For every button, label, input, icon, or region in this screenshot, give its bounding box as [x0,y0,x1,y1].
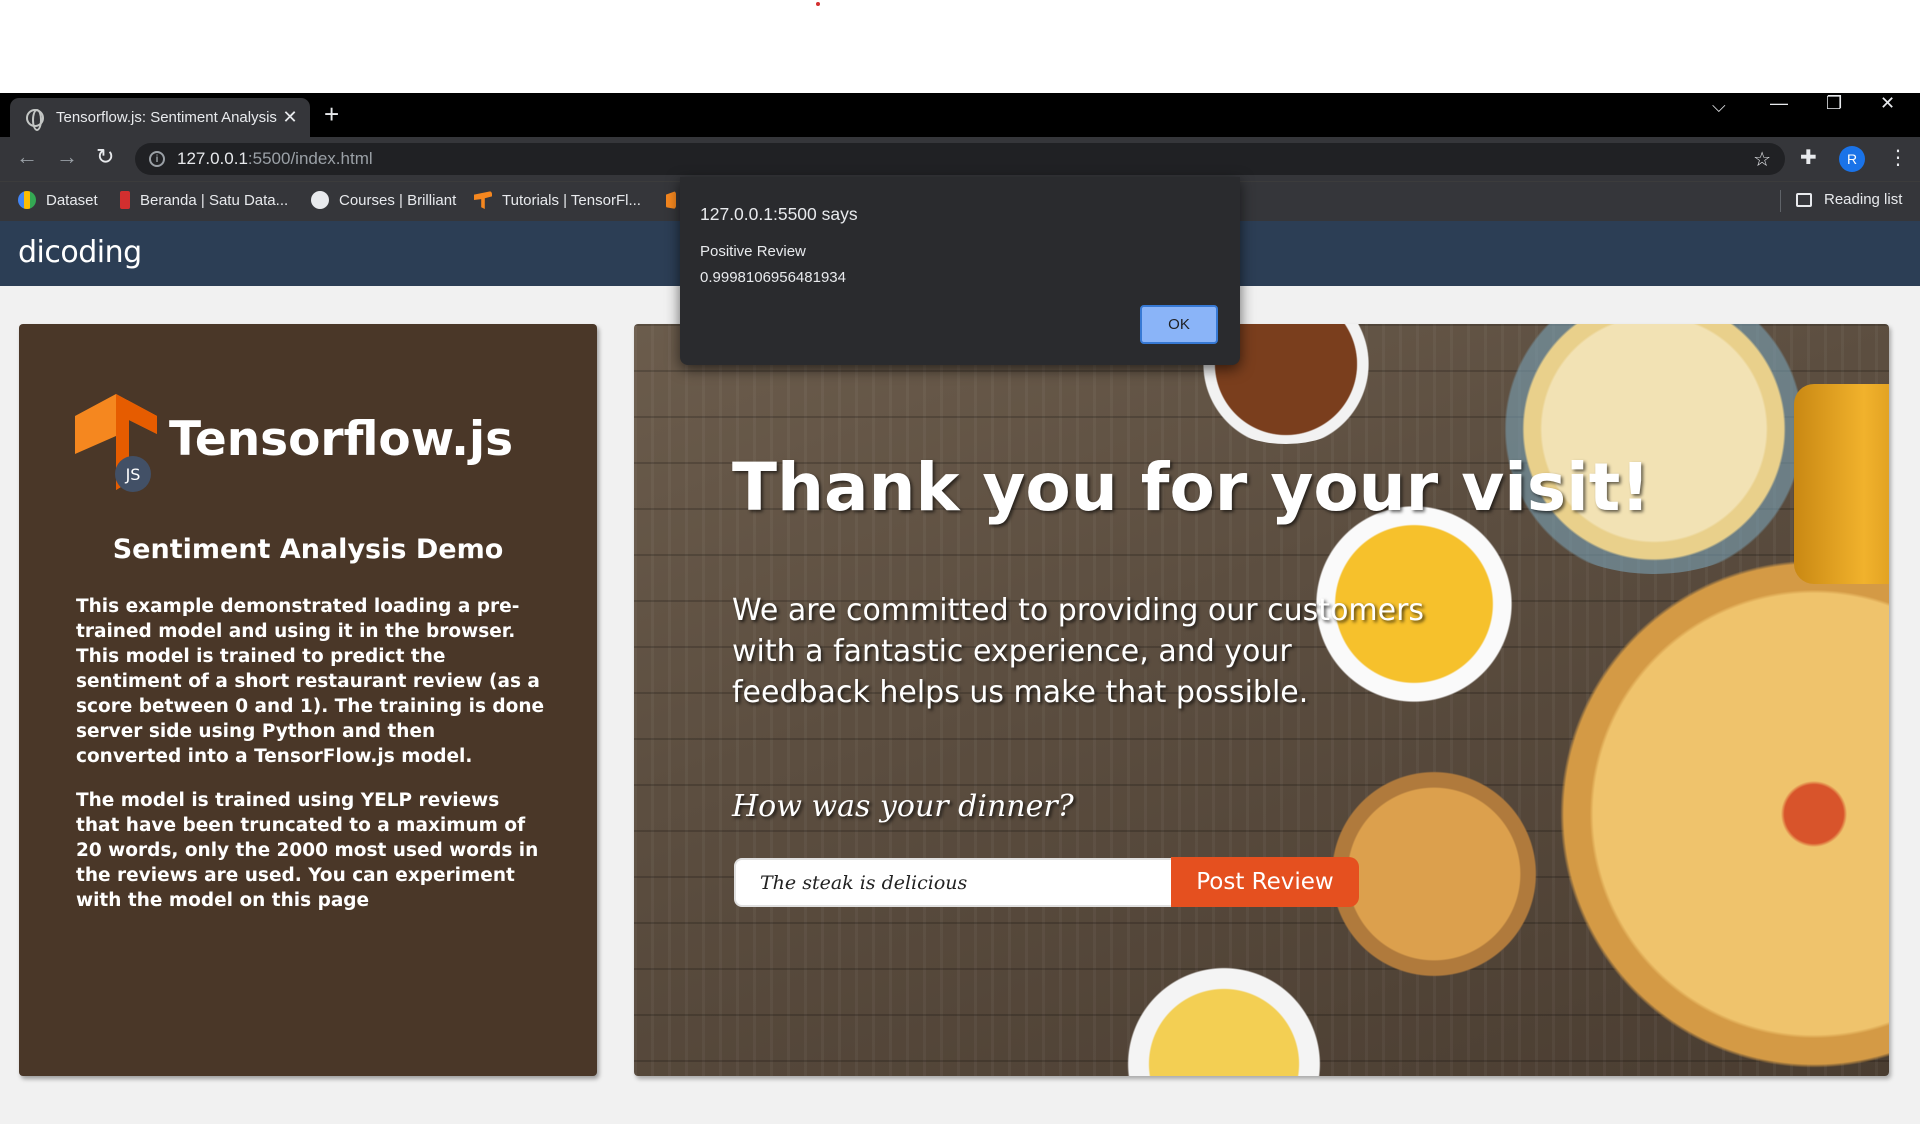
hero-title: Thank you for your visit! [732,449,1651,526]
reading-list-button[interactable]: Reading list [1796,191,1902,208]
profile-avatar[interactable]: R [1839,146,1865,172]
tab-close-icon[interactable]: ✕ [280,107,300,128]
tensorflow-favicon-icon [666,191,676,209]
bookmark-tensorflow[interactable]: Tutorials | TensorFl... [474,191,641,209]
url-host: 127.0.0.1 [177,149,248,168]
dialog-ok-button[interactable]: OK [1140,305,1218,344]
demo-subtitle: Sentiment Analysis Demo [112,534,504,565]
extensions-icon[interactable]: ✚ [1800,145,1817,170]
hero-subtitle: We are committed to providing our custom… [732,593,1425,710]
dialog-message: Positive Review 0.9998106956481934 [700,239,846,291]
top-blank-area [0,0,1920,93]
tensorflow-favicon-icon [474,191,492,209]
cursor-dot [816,2,820,6]
minimize-icon[interactable]: — [1770,93,1788,114]
tab-bar: Tensorflow.js: Sentiment Analysis ✕ + ⌵ … [0,93,1920,137]
reading-list-label: Reading list [1824,191,1903,208]
beer-glass-image [1794,384,1889,584]
reload-icon[interactable]: ↻ [96,146,114,168]
bookmark-label: Courses | Brilliant [339,191,457,209]
tab-active[interactable]: Tensorflow.js: Sentiment Analysis ✕ [10,98,310,137]
info-card: JS Tensorflow.js Sentiment Analysis Demo… [19,324,597,1076]
address-bar[interactable]: i 127.0.0.1:5500/index.html ☆ [135,143,1785,175]
review-input[interactable]: The steak is delicious [734,858,1174,907]
description-paragraph-2: The model is trained using YELP reviews … [76,790,539,911]
globe-icon [26,108,44,131]
dialog-result-label: Positive Review [700,243,806,260]
tab-title: Tensorflow.js: Sentiment Analysis [56,109,277,126]
pizza-image [1554,554,1889,1074]
description-paragraph-1: This example demonstrated loading a pre-… [76,596,545,767]
bookmark-beranda[interactable]: Beranda | Satu Data... [120,191,288,209]
bookmarks-divider [1780,190,1781,212]
tab-search-chevron-icon[interactable]: ⌵ [1712,96,1726,117]
bookmark-dataset[interactable]: Dataset [18,191,98,209]
back-icon[interactable]: ← [16,146,38,168]
bookmark-star-icon[interactable]: ☆ [1753,147,1771,172]
new-tab-button[interactable]: + [324,101,339,127]
chips-bowl-image [1114,964,1334,1076]
bookmark-brilliant[interactable]: Courses | Brilliant [311,191,456,209]
browser-toolbar: ← → ↻ i 127.0.0.1:5500/index.html ☆ ✚ R … [0,137,1920,181]
post-review-button[interactable]: Post Review [1171,857,1359,907]
dicoding-logo[interactable]: dicoding [18,235,142,270]
hero-banner: Thank you for your visit! We are committ… [634,324,1889,1076]
dialog-score-value: 0.9998106956481934 [700,269,846,286]
tensorflow-logo-icon: JS [75,394,157,492]
alert-dialog: 127.0.0.1:5500 says Positive Review 0.99… [680,177,1240,365]
url-path: :5500/index.html [247,149,373,168]
dataset-favicon-icon [18,191,36,209]
dialog-title: 127.0.0.1:5500 says [700,204,858,224]
site-info-icon[interactable]: i [149,151,165,167]
beranda-favicon-icon [120,191,130,209]
window-close-icon[interactable]: ✕ [1880,93,1895,114]
menu-kebab-icon[interactable]: ⋮ [1888,145,1908,170]
reading-list-icon [1796,192,1812,207]
tensorflow-title: Tensorflow.js [169,412,514,467]
brilliant-favicon-icon [311,191,329,209]
review-prompt: How was your dinner? [732,789,1074,824]
restore-icon[interactable]: ❐ [1826,93,1842,114]
forward-icon[interactable]: → [56,146,78,168]
bookmark-label: Tutorials | TensorFl... [502,191,641,209]
bookmark-label: Dataset [46,191,98,209]
js-badge: JS [125,465,141,484]
bookmark-label: Beranda | Satu Data... [140,191,289,209]
